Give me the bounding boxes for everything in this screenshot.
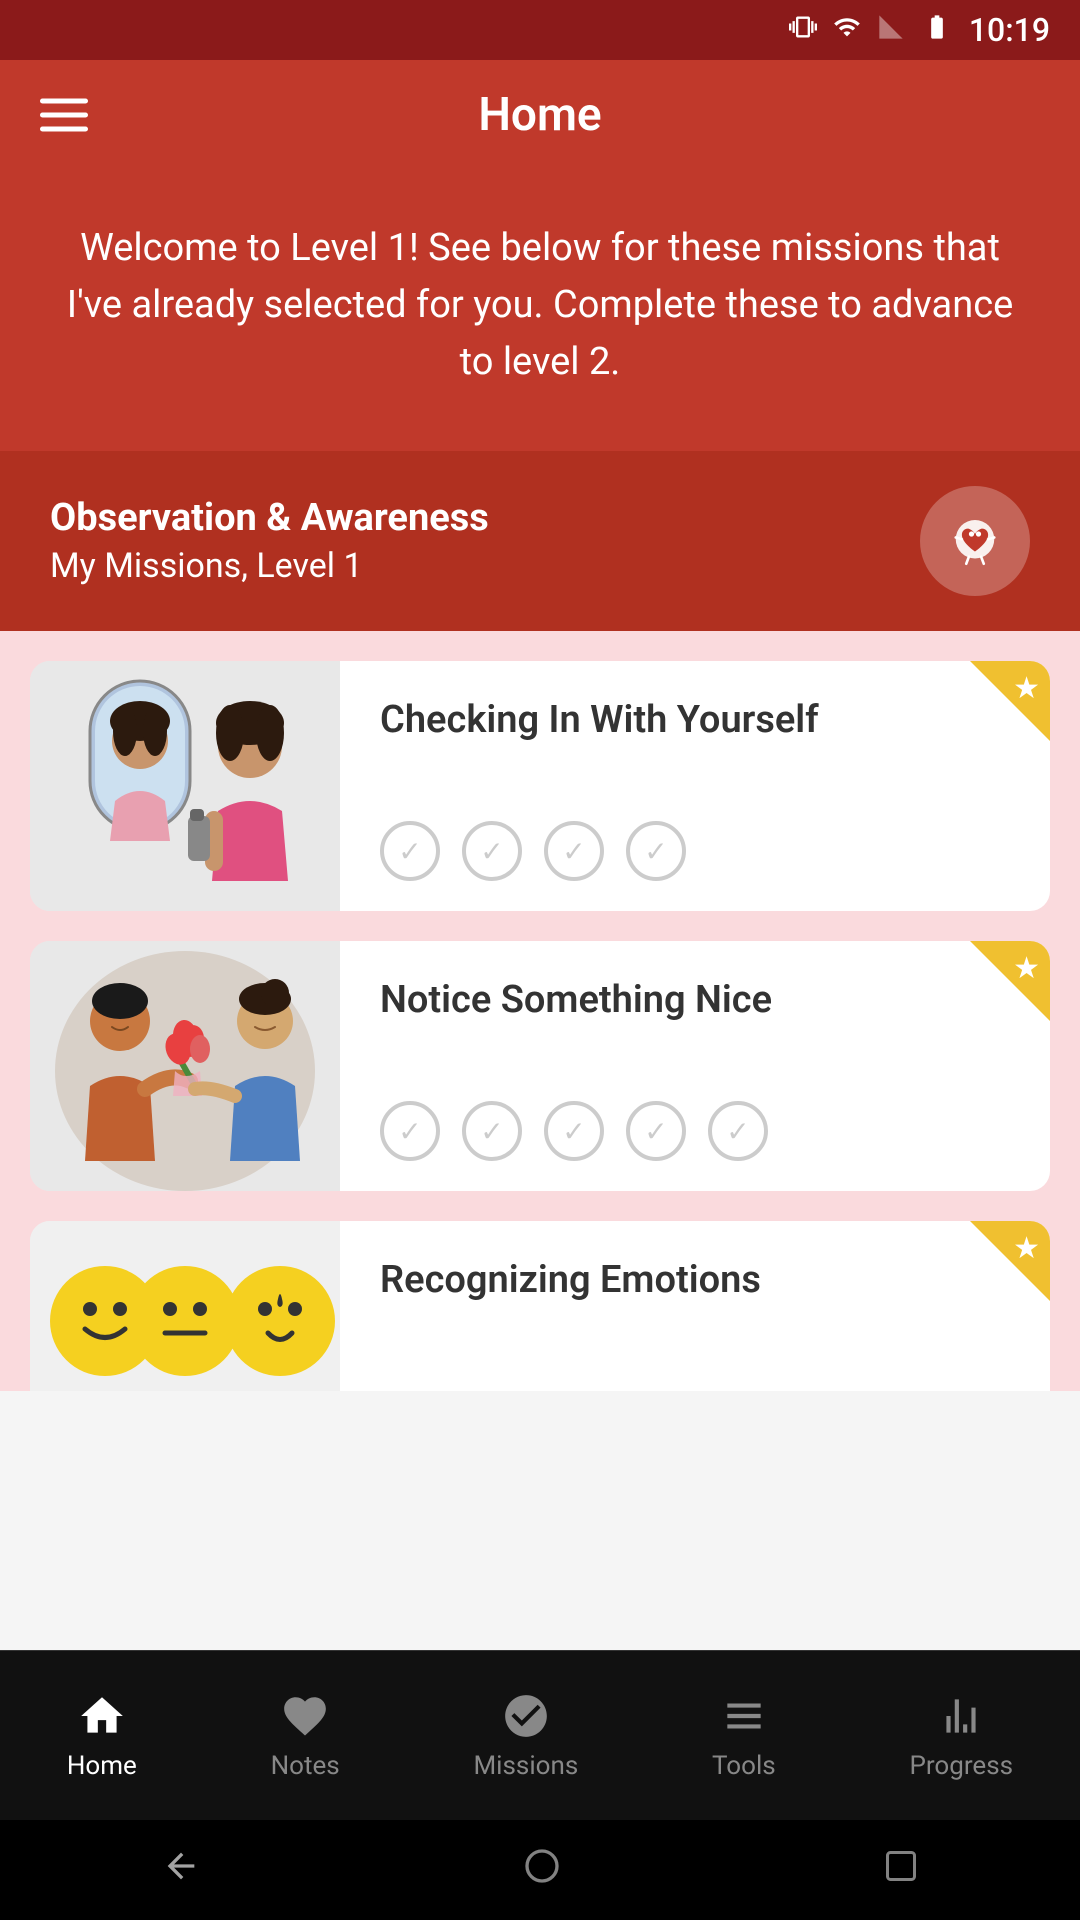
card-title-2: Notice Something Nice (380, 976, 1010, 1025)
missions-list: Checking In With Yourself ✓ ✓ ✓ ✓ (0, 631, 1080, 1391)
signal-icon (877, 13, 905, 48)
check-1-1: ✓ (380, 821, 440, 881)
hamburger-menu[interactable] (40, 99, 88, 132)
app-header: Home (0, 60, 1080, 170)
check-1-3: ✓ (544, 821, 604, 881)
battery-icon (919, 13, 955, 48)
main-scroll[interactable]: Welcome to Level 1! See below for these … (0, 170, 1080, 1650)
status-icons: 10:19 (789, 11, 1050, 49)
back-button[interactable] (161, 1846, 201, 1895)
status-bar: 10:19 (0, 0, 1080, 60)
missions-icon (501, 1691, 551, 1741)
home-button[interactable] (522, 1846, 562, 1895)
card-title-1: Checking In With Yourself (380, 696, 1010, 745)
nav-item-notes[interactable]: Notes (251, 1681, 360, 1791)
card-image-2 (30, 941, 340, 1191)
card-checks-1: ✓ ✓ ✓ ✓ (380, 821, 1010, 881)
check-1-2: ✓ (462, 821, 522, 881)
nav-label-notes: Notes (271, 1751, 340, 1781)
card-body-1: Checking In With Yourself ✓ ✓ ✓ ✓ (340, 661, 1050, 911)
card-image-3 (30, 1221, 340, 1391)
mission-card-2[interactable]: Notice Something Nice ✓ ✓ ✓ ✓ ✓ (30, 941, 1050, 1191)
nav-label-home: Home (67, 1751, 137, 1781)
check-2-3: ✓ (544, 1101, 604, 1161)
mission-card-3[interactable]: Recognizing Emotions (30, 1221, 1050, 1391)
vibrate-icon (789, 13, 817, 48)
section-header: Observation & Awareness My Missions, Lev… (0, 451, 1080, 631)
check-2-5: ✓ (708, 1101, 768, 1161)
time-display: 10:19 (969, 11, 1050, 49)
section-subtitle: My Missions, Level 1 (50, 546, 489, 586)
recents-button[interactable] (883, 1848, 919, 1893)
card-body-3: Recognizing Emotions (340, 1221, 1050, 1391)
mission-card-1[interactable]: Checking In With Yourself ✓ ✓ ✓ ✓ (30, 661, 1050, 911)
section-title: Observation & Awareness (50, 496, 489, 540)
nav-item-tools[interactable]: Tools (692, 1681, 796, 1791)
card-checks-2: ✓ ✓ ✓ ✓ ✓ (380, 1101, 1010, 1161)
bottom-nav: Home Notes Missions Tools (0, 1650, 1080, 1820)
nav-item-missions[interactable]: Missions (453, 1681, 598, 1791)
check-2-4: ✓ (626, 1101, 686, 1161)
wifi-icon (831, 13, 863, 48)
card-image-1 (30, 661, 340, 911)
nav-item-home[interactable]: Home (47, 1681, 157, 1791)
nav-label-missions: Missions (473, 1751, 578, 1781)
progress-icon (936, 1691, 986, 1741)
section-header-text: Observation & Awareness My Missions, Lev… (50, 496, 489, 586)
check-2-2: ✓ (462, 1101, 522, 1161)
home-icon (77, 1691, 127, 1741)
mascot-icon (920, 486, 1030, 596)
welcome-banner: Welcome to Level 1! See below for these … (0, 170, 1080, 451)
card-body-2: Notice Something Nice ✓ ✓ ✓ ✓ ✓ (340, 941, 1050, 1191)
android-nav-bar (0, 1820, 1080, 1920)
check-1-4: ✓ (626, 821, 686, 881)
welcome-text: Welcome to Level 1! See below for these … (60, 220, 1020, 391)
notes-icon (280, 1691, 330, 1741)
header-title: Home (478, 88, 601, 142)
nav-item-progress[interactable]: Progress (889, 1681, 1033, 1791)
card-title-3: Recognizing Emotions (380, 1256, 1010, 1305)
tools-icon (719, 1691, 769, 1741)
page-wrapper: 10:19 Home Welcome to Level 1! See below… (0, 0, 1080, 1920)
check-2-1: ✓ (380, 1101, 440, 1161)
nav-label-progress: Progress (909, 1751, 1013, 1781)
nav-label-tools: Tools (712, 1751, 776, 1781)
